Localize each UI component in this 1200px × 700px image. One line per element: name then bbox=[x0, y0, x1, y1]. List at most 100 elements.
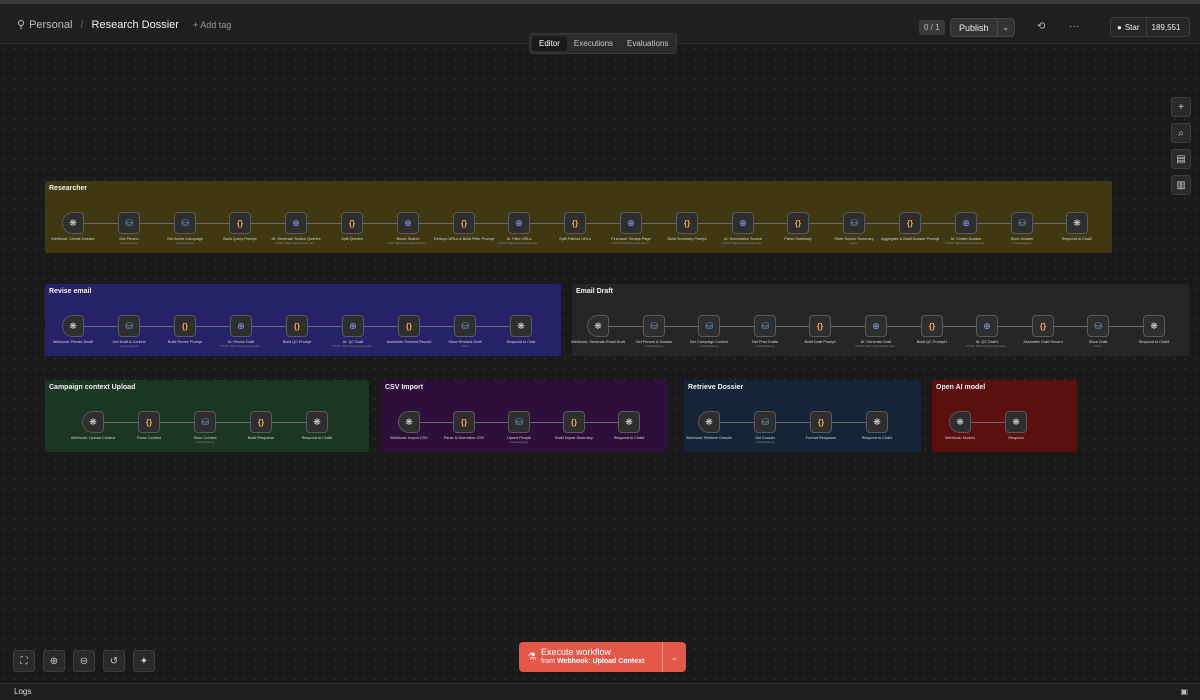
workflow-canvas[interactable]: + ⌕ ▤ ▥ Researcher ❋ Webhook: Create Doss… bbox=[0, 44, 1200, 683]
node-connection bbox=[809, 223, 843, 224]
workflow-node[interactable]: {} bbox=[453, 411, 475, 433]
workflow-node[interactable]: ⛁ bbox=[843, 212, 865, 234]
workflow-node[interactable]: {} bbox=[921, 315, 943, 337]
group-researcher[interactable]: Researcher ❋ Webhook: Create Dossier ⛁ Get … bbox=[45, 181, 1112, 253]
workflow-node[interactable]: ⛁ bbox=[643, 315, 665, 337]
node-connection bbox=[977, 223, 1011, 224]
node-label: Brave Search GET: https://api.search.brav… bbox=[378, 237, 438, 245]
node-connection bbox=[196, 223, 229, 224]
workflow-node[interactable]: ❋ bbox=[82, 411, 104, 433]
workflow-node[interactable]: ⛁ bbox=[1011, 212, 1033, 234]
workflow-node[interactable]: ⛁ bbox=[118, 212, 140, 234]
workflow-node[interactable]: ❋ bbox=[1143, 315, 1165, 337]
zoom-in-icon[interactable]: ⊕ bbox=[43, 650, 65, 672]
workflow-node[interactable]: ❋ bbox=[698, 411, 720, 433]
workflow-node[interactable]: ⊕ bbox=[397, 212, 419, 234]
workflow-node[interactable]: ❋ bbox=[306, 411, 328, 433]
globe-icon: ⊕ bbox=[404, 217, 412, 228]
workflow-node[interactable]: ❋ bbox=[866, 411, 888, 433]
workflow-node[interactable]: ⊕ bbox=[976, 315, 998, 337]
group-campaign-context-upload[interactable]: Campaign context Upload ❋ Webhook: Upload… bbox=[45, 380, 369, 452]
workflow-node[interactable]: ⛁ bbox=[508, 411, 530, 433]
tab-evaluations[interactable]: Evaluations bbox=[620, 36, 675, 51]
workflow-node[interactable]: {} bbox=[564, 212, 586, 234]
chevron-down-icon[interactable]: ⌄ bbox=[662, 642, 686, 672]
workflow-node[interactable]: ⛁ bbox=[754, 411, 776, 433]
workflow-node[interactable]: {} bbox=[810, 411, 832, 433]
workflow-node[interactable]: {} bbox=[563, 411, 585, 433]
workflow-node[interactable]: ⊕ bbox=[732, 212, 754, 234]
workflow-node[interactable]: ⛁ bbox=[174, 212, 196, 234]
workflow-node[interactable]: ❋ bbox=[949, 411, 971, 433]
group-email-draft[interactable]: Email Draft ❋ Webhook: Generate Email Dra… bbox=[571, 284, 1189, 356]
workflow-node[interactable]: {} bbox=[286, 315, 308, 337]
group-retrieve-dossier[interactable]: Retrieve Dossier ❋ Webhook: Retrieve Doss… bbox=[684, 380, 921, 452]
workflow-node[interactable]: ❋ bbox=[1066, 212, 1088, 234]
node-label: Parse Context bbox=[136, 436, 162, 440]
chevron-down-icon[interactable]: ⌄ bbox=[998, 23, 1014, 32]
zoom-out-icon[interactable]: ⊖ bbox=[73, 650, 95, 672]
workflow-node[interactable]: {} bbox=[787, 212, 809, 234]
history-icon[interactable]: ⟲ bbox=[1037, 21, 1045, 32]
workspace-link[interactable]: ⚲ Personal bbox=[17, 18, 72, 32]
workflow-node[interactable]: ⛁ bbox=[1087, 315, 1109, 337]
workflow-node[interactable]: {} bbox=[676, 212, 698, 234]
workflow-node[interactable]: ⛁ bbox=[454, 315, 476, 337]
workflow-node[interactable]: ❋ bbox=[618, 411, 640, 433]
workflow-node[interactable]: ⛁ bbox=[698, 315, 720, 337]
node-subtitle: POST: https://openrouter.ai/a... bbox=[945, 240, 987, 245]
workflow-node[interactable]: {} bbox=[809, 315, 831, 337]
workflow-node[interactable]: {} bbox=[453, 212, 475, 234]
workflow-node[interactable]: {} bbox=[1032, 315, 1054, 337]
publish-button[interactable]: Publish ⌄ bbox=[950, 18, 1015, 37]
logs-bar[interactable]: Logs ▣ bbox=[0, 683, 1200, 700]
workflow-title[interactable]: Research Dossier bbox=[92, 19, 179, 31]
workflow-node[interactable]: {} bbox=[341, 212, 363, 234]
workflow-node[interactable]: ⊕ bbox=[955, 212, 977, 234]
undo-icon[interactable]: ↺ bbox=[103, 650, 125, 672]
workflow-node[interactable]: {} bbox=[174, 315, 196, 337]
group-open-ai-model[interactable]: Open AI model ❋ Webhook: Models ❋ Respond bbox=[932, 380, 1077, 452]
workflow-node[interactable]: ❋ bbox=[1005, 411, 1027, 433]
workflow-node[interactable]: ⊕ bbox=[620, 212, 642, 234]
tab-editor[interactable]: Editor bbox=[532, 36, 567, 51]
tidy-up-icon[interactable]: ✦ bbox=[133, 650, 155, 672]
workflow-node[interactable]: ⛁ bbox=[754, 315, 776, 337]
workflow-node[interactable]: ⊕ bbox=[508, 212, 530, 234]
workflow-node[interactable]: ❋ bbox=[398, 411, 420, 433]
search-icon[interactable]: ⌕ bbox=[1171, 123, 1191, 143]
node-connection bbox=[420, 422, 453, 423]
panel-toggle-icon[interactable]: ▥ bbox=[1171, 175, 1191, 195]
workflow-node[interactable]: ❋ bbox=[587, 315, 609, 337]
add-tag-button[interactable]: + Add tag bbox=[193, 20, 231, 30]
workflow-node[interactable]: ⛁ bbox=[118, 315, 140, 337]
node-connection bbox=[307, 223, 341, 224]
add-node-icon[interactable]: + bbox=[1171, 97, 1191, 117]
github-star-button[interactable]: ● Star 189,551 bbox=[1110, 17, 1190, 37]
workflow-node[interactable]: ❋ bbox=[62, 212, 84, 234]
execute-workflow-button[interactable]: ⚗ Execute workflow from Webhook: Upload … bbox=[519, 642, 686, 672]
workflow-node[interactable]: ⊕ bbox=[230, 315, 252, 337]
tab-executions[interactable]: Executions bbox=[567, 36, 620, 51]
expand-logs-icon[interactable]: ▣ bbox=[1180, 687, 1188, 696]
workflow-node[interactable]: {} bbox=[229, 212, 251, 234]
workflow-node[interactable]: {} bbox=[250, 411, 272, 433]
group-revise-email[interactable]: Revise email ❋ Webhook: Revise Email ⛁ Get … bbox=[45, 284, 561, 356]
workflow-node[interactable]: ⊕ bbox=[285, 212, 307, 234]
workflow-node[interactable]: {} bbox=[899, 212, 921, 234]
workflow-node[interactable]: ⛁ bbox=[194, 411, 216, 433]
webhook-icon: ❋ bbox=[594, 320, 602, 331]
workflow-node[interactable]: {} bbox=[398, 315, 420, 337]
workflow-node[interactable]: ❋ bbox=[510, 315, 532, 337]
workflow-node[interactable]: ⊕ bbox=[342, 315, 364, 337]
fit-view-icon[interactable]: ⛶ bbox=[13, 650, 35, 672]
node-label: AI: Create Dossier POST: https://openrout… bbox=[936, 237, 996, 245]
workflow-node[interactable]: {} bbox=[138, 411, 160, 433]
workflow-node[interactable]: ⊕ bbox=[865, 315, 887, 337]
node-subtitle: POST: https://openrouter.ai/a... bbox=[220, 343, 262, 348]
workflow-node[interactable]: ❋ bbox=[62, 315, 84, 337]
group-csv-import[interactable]: CSV Import ❋ Webhook: Import CSV {} Parse &… bbox=[381, 380, 668, 452]
code-icon: {} bbox=[348, 218, 356, 228]
more-options-icon[interactable]: ··· bbox=[1069, 21, 1079, 32]
sticky-note-icon[interactable]: ▤ bbox=[1171, 149, 1191, 169]
